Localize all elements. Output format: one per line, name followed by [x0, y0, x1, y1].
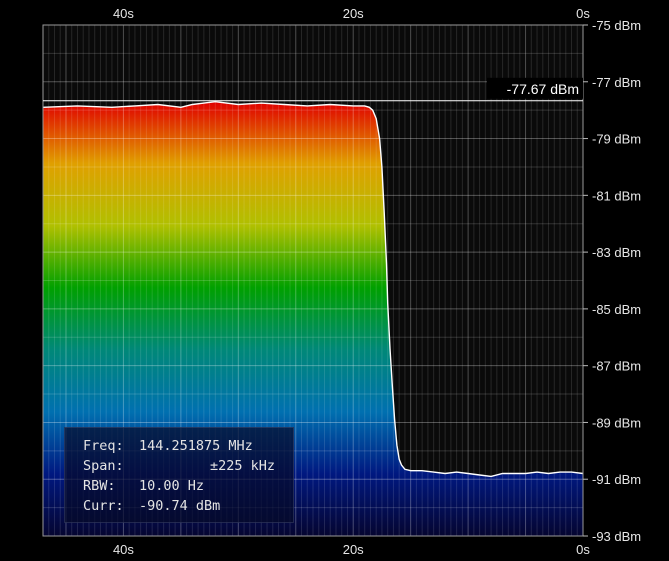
- freq-row: Freq: 144.251875 MHz: [83, 436, 293, 456]
- rbw-row: RBW: 10.00 Hz: [83, 476, 293, 496]
- x-tick-label-bottom: 20s: [343, 542, 364, 557]
- x-tick-label-top: 0s: [576, 6, 590, 21]
- rbw-value: 10.00 Hz: [139, 478, 205, 494]
- y-tick-label: -77 dBm: [592, 75, 641, 90]
- x-tick-label-bottom: 40s: [113, 542, 134, 557]
- curr-row: Curr: -90.74 dBm: [83, 496, 293, 516]
- y-tick-label: -91 dBm: [592, 472, 641, 487]
- y-tick-label: -85 dBm: [592, 302, 641, 317]
- freq-value: 144.251875 MHz: [139, 438, 253, 454]
- span-value: ±225 kHz: [209, 458, 275, 474]
- y-tick-label: -79 dBm: [592, 132, 641, 147]
- info-panel: Freq: 144.251875 MHz Span: ±225 kHz RBW:…: [64, 427, 294, 523]
- marker-label: -77.67 dBm: [507, 81, 579, 97]
- y-tick-label: -75 dBm: [592, 18, 641, 33]
- span-label: Span:: [83, 458, 124, 474]
- y-axis: -75 dBm -77 dBm -79 dBm -81 dBm -83 dBm -85 d…: [583, 18, 641, 544]
- curr-value: -90.74 dBm: [139, 498, 221, 514]
- y-tick-label: -87 dBm: [592, 359, 641, 374]
- x-axis-bottom: 40s 20s 0s: [113, 542, 590, 557]
- y-tick-label: -81 dBm: [592, 188, 641, 203]
- y-tick-label: -83 dBm: [592, 245, 641, 260]
- x-tick-label-top: 40s: [113, 6, 134, 21]
- y-tick-label: -93 dBm: [592, 529, 641, 544]
- x-tick-label-bottom: 0s: [576, 542, 590, 557]
- x-axis-top: 40s 20s 0s: [113, 6, 590, 21]
- y-tick-label: -89 dBm: [592, 415, 641, 430]
- rbw-label: RBW:: [83, 478, 116, 494]
- freq-label: Freq:: [83, 438, 124, 454]
- curr-label: Curr:: [83, 498, 124, 514]
- span-row: Span: ±225 kHz: [83, 456, 293, 476]
- x-tick-label-top: 20s: [343, 6, 364, 21]
